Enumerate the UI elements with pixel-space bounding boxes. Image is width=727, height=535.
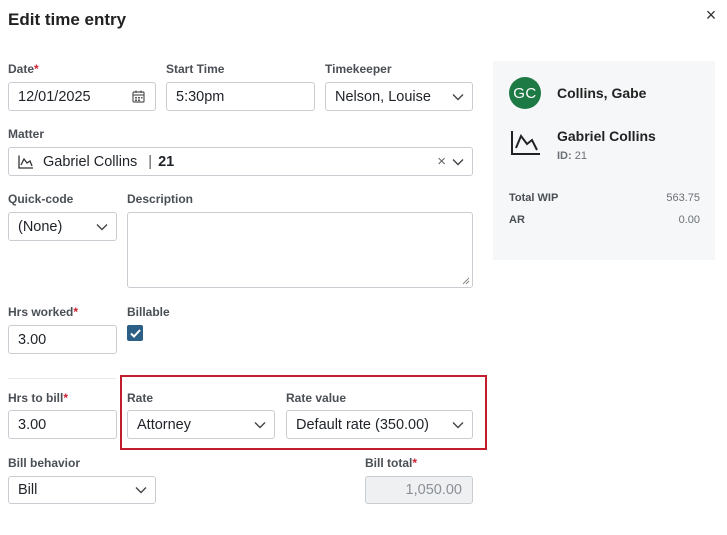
dialog-title: Edit time entry (8, 10, 127, 29)
chevron-down-icon (448, 83, 468, 110)
rate-select[interactable]: Attorney (127, 410, 275, 439)
summary-row-ar: AR 0.00 (509, 214, 700, 226)
timekeeper-select[interactable]: Nelson, Louise (325, 82, 473, 111)
bill-behavior-value: Bill (18, 482, 38, 498)
hrs-to-bill-input[interactable]: 3.00 (8, 410, 117, 439)
matter-select[interactable]: Gabriel Collins | 21 × (8, 147, 473, 176)
hrs-worked-label: Hrs worked* (8, 305, 79, 319)
clear-icon[interactable]: × (437, 153, 446, 170)
matter-separator: | (148, 153, 153, 170)
chevron-down-icon (448, 411, 468, 438)
summary-row-total-wip: Total WIP 563.75 (509, 192, 700, 204)
date-field[interactable]: 12/01/2025 (8, 82, 156, 111)
check-icon (129, 328, 141, 338)
quick-code-value: (None) (18, 218, 63, 235)
description-label: Description (127, 192, 194, 206)
side-panel: GC Collins, Gabe Gabriel Collins ID: 21 … (493, 61, 715, 260)
chevron-down-icon (131, 477, 151, 503)
timekeeper-value: Nelson, Louise (335, 88, 431, 105)
matter-name: Gabriel Collins (43, 153, 138, 170)
matter-chart-icon (18, 155, 34, 169)
hrs-worked-value: 3.00 (18, 331, 47, 348)
bill-total-label: Bill total* (365, 456, 418, 470)
divider (8, 378, 116, 379)
chevron-down-icon (250, 411, 270, 438)
matter-id: 21 (158, 153, 175, 170)
rate-value-label: Rate value (286, 391, 347, 405)
rate-value-value: Default rate (350.00) (296, 416, 429, 433)
hrs-worked-input[interactable]: 3.00 (8, 325, 117, 354)
matter-chart-icon (511, 131, 540, 155)
calendar-icon[interactable] (127, 90, 149, 103)
timekeeper-label: Timekeeper (325, 62, 392, 76)
date-label: Date* (8, 62, 39, 76)
chevron-down-icon (448, 148, 468, 175)
matter-name: Gabriel Collins (557, 128, 656, 144)
bill-total-field: 1,050.00 (365, 476, 473, 504)
chevron-down-icon (92, 213, 112, 240)
description-textarea[interactable] (127, 212, 473, 288)
quick-code-select[interactable]: (None) (8, 212, 117, 241)
hrs-to-bill-label: Hrs to bill* (8, 391, 69, 405)
matter-label: Matter (8, 127, 45, 141)
person-name: Collins, Gabe (557, 85, 647, 101)
quick-code-label: Quick-code (8, 192, 74, 206)
start-time-value: 5:30pm (176, 88, 225, 105)
resize-grip-icon[interactable] (462, 277, 470, 285)
bill-behavior-select[interactable]: Bill (8, 476, 156, 504)
matter-id: ID: 21 (557, 150, 587, 162)
avatar: GC (509, 77, 541, 109)
rate-value: Attorney (137, 416, 191, 433)
start-time-field[interactable]: 5:30pm (166, 82, 315, 111)
bill-total-value: 1,050.00 (405, 482, 462, 498)
billable-label: Billable (127, 305, 170, 319)
rate-value-select[interactable]: Default rate (350.00) (286, 410, 473, 439)
start-time-label: Start Time (166, 62, 225, 76)
date-value: 12/01/2025 (18, 88, 91, 105)
billable-checkbox[interactable] (127, 325, 143, 341)
close-icon[interactable]: × (702, 6, 720, 24)
rate-label: Rate (127, 391, 154, 405)
bill-behavior-label: Bill behavior (8, 456, 81, 470)
hrs-to-bill-value: 3.00 (18, 416, 47, 433)
